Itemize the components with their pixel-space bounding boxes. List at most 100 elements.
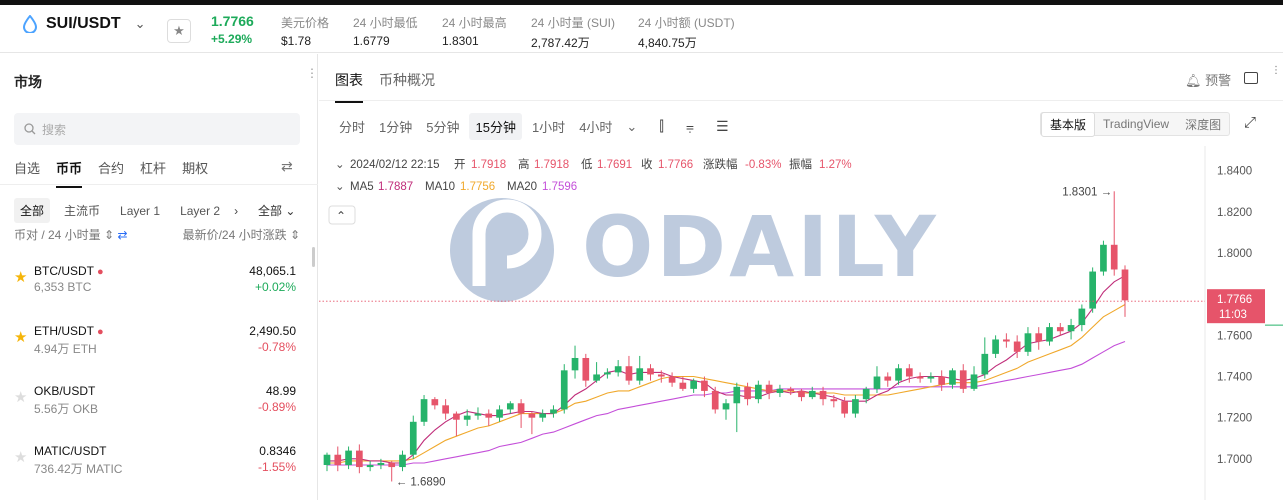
- ma10-series: [327, 304, 1126, 464]
- price-alert-button[interactable]: 🔔︎ 预警: [1185, 70, 1231, 89]
- filter-layer2[interactable]: Layer 2: [174, 200, 226, 222]
- close-value: 1.7766: [658, 159, 693, 171]
- star-icon[interactable]: ★: [14, 448, 27, 466]
- market-row[interactable]: ★ ETH/USDT ● 4.94万 ETH 2,490.50 -0.78%: [14, 316, 300, 366]
- market-row[interactable]: ★ OKB/USDT 5.56万 OKB 48.99 -0.89%: [14, 376, 300, 426]
- candle-body: [701, 380, 708, 391]
- interval-1m[interactable]: 1分钟: [375, 113, 416, 140]
- interval-4h[interactable]: 4小时: [575, 113, 616, 140]
- candle-body: [808, 390, 816, 398]
- candle-type-icon[interactable]: ⫿: [655, 114, 667, 139]
- interval-15m[interactable]: 15分钟: [469, 113, 522, 140]
- pair-volume: 6,353 BTC: [34, 280, 92, 294]
- candle-body: [323, 454, 331, 466]
- candle-body: [970, 374, 978, 389]
- pair-label: BTC/USDT: [34, 264, 94, 278]
- candle: [1024, 327, 1032, 356]
- view-basic[interactable]: 基本版: [1041, 111, 1096, 137]
- ma20-value: 1.7596: [542, 181, 577, 193]
- filter-all[interactable]: 全部: [14, 198, 51, 223]
- chevron-down-icon[interactable]: ⌄: [622, 115, 641, 139]
- ma20-label: MA20: [507, 181, 537, 193]
- sort-by-volume[interactable]: 币对 / 24 小时量 ⇕ ⇄: [14, 226, 128, 243]
- swap-unit-icon[interactable]: ⇄: [117, 228, 127, 242]
- filter-layer1[interactable]: Layer 1: [114, 200, 166, 222]
- candle-body: [916, 376, 924, 379]
- pair-name: OKB/USDT: [34, 384, 96, 398]
- divider: [0, 184, 318, 185]
- view-tradingview[interactable]: TradingView: [1095, 114, 1177, 134]
- filter-mainstream[interactable]: 主流币: [58, 198, 106, 223]
- candle: [485, 409, 493, 426]
- candle-body: [1035, 333, 1043, 342]
- tab-coin-overview[interactable]: 币种概况: [379, 70, 435, 103]
- candle-body: [722, 403, 730, 410]
- star-icon[interactable]: ★: [14, 388, 27, 406]
- swap-icon[interactable]: ⇄: [281, 158, 293, 175]
- candle: [1046, 323, 1053, 346]
- candle: [453, 411, 460, 437]
- sidebar-menu-icon[interactable]: ⋮: [306, 67, 318, 79]
- candle: [852, 395, 859, 418]
- candle: [970, 366, 978, 391]
- ma5-series: [327, 275, 1126, 464]
- candle: [938, 370, 946, 391]
- pair-change: -1.55%: [257, 460, 296, 474]
- sort-by-price[interactable]: 最新价/24 小时涨跌 ⇕: [183, 226, 300, 243]
- candle: [409, 415, 417, 459]
- collapse-button[interactable]: ⌃: [328, 205, 356, 225]
- search-input[interactable]: 搜索: [14, 113, 300, 145]
- star-icon[interactable]: ★: [14, 268, 27, 286]
- settings-list-icon[interactable]: ☰: [712, 114, 733, 139]
- interval-timeline[interactable]: 分时: [335, 113, 369, 140]
- view-depth[interactable]: 深度图: [1177, 113, 1229, 136]
- tab-chart[interactable]: 图表: [335, 70, 363, 103]
- search-placeholder: 搜索: [42, 122, 67, 137]
- scrollbar[interactable]: [312, 247, 315, 267]
- favorite-star-button[interactable]: ★: [167, 19, 191, 43]
- panel-menu-icon[interactable]: ⋮: [1271, 66, 1281, 76]
- indicator-icon[interactable]: ⩦: [682, 114, 698, 139]
- chevron-down-icon[interactable]: ⌄: [135, 16, 146, 32]
- chevron-down-icon[interactable]: ⌄: [335, 159, 345, 171]
- candle: [334, 446, 342, 472]
- candle: [647, 364, 654, 381]
- interval-1h[interactable]: 1小时: [528, 113, 569, 140]
- candle-body: [506, 403, 514, 410]
- window-icon[interactable]: [1244, 72, 1258, 84]
- y-tick-label: 1.7000: [1217, 454, 1252, 466]
- quote-filter-dropdown[interactable]: 全部 ⌄: [258, 202, 295, 219]
- chevron-right-icon[interactable]: ›: [234, 204, 238, 218]
- interval-5m[interactable]: 5分钟: [422, 113, 463, 140]
- candle: [690, 378, 697, 393]
- candle-body: [345, 450, 352, 466]
- candle-body: [690, 380, 697, 389]
- candle: [442, 399, 449, 420]
- candle: [1056, 323, 1064, 336]
- star-icon[interactable]: ★: [14, 328, 27, 346]
- candle: [625, 355, 633, 385]
- divider: [319, 100, 1283, 101]
- candle-body: [852, 399, 859, 414]
- y-tick-label: 1.7600: [1217, 330, 1252, 342]
- candle-body: [453, 413, 460, 420]
- y-tick-label: 1.8400: [1217, 166, 1252, 178]
- candle: [636, 355, 644, 385]
- market-row[interactable]: ★ MATIC/USDT 736.42万 MATIC 0.8346 -1.55%: [14, 436, 300, 486]
- y-tick-label: 1.8200: [1217, 207, 1252, 219]
- candlestick-chart[interactable]: ODAILY 1.8400 1.8200 1.8000 1.7600 1.7400 1.7…: [319, 146, 1283, 500]
- candle-body: [614, 366, 622, 373]
- candle-body: [593, 374, 600, 381]
- candle: [776, 384, 784, 398]
- candle-body: [744, 386, 751, 400]
- market-row[interactable]: ★ BTC/USDT ● 6,353 BTC 48,065.1 +0.02%: [14, 256, 300, 306]
- pair-selector[interactable]: SUI/USDT ⌄: [22, 15, 146, 33]
- ma5-line: [327, 275, 1126, 464]
- candle-body: [1046, 327, 1053, 342]
- sort-icon: ⇕: [289, 228, 300, 242]
- fullscreen-icon[interactable]: ⤢: [1244, 114, 1256, 131]
- candle-body: [604, 372, 611, 375]
- chevron-down-icon[interactable]: ⌄: [335, 181, 345, 193]
- candle: [1013, 335, 1021, 358]
- candle: [916, 372, 924, 383]
